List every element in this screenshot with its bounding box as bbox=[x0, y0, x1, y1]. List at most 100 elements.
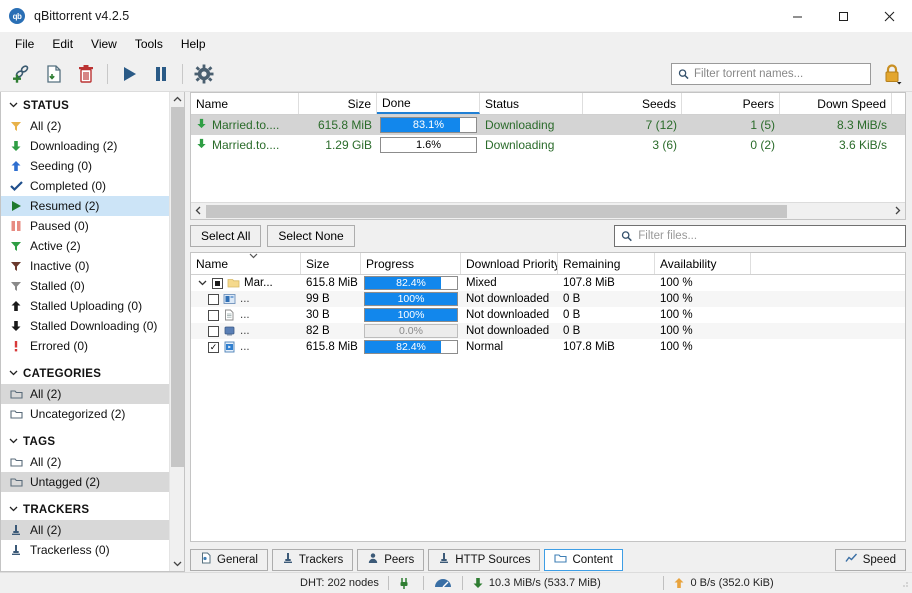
sidebar-section-tags[interactable]: TAGS bbox=[1, 432, 169, 452]
minimize-button[interactable] bbox=[774, 0, 820, 32]
torrent-horizontal-scrollbar[interactable] bbox=[191, 202, 905, 219]
scroll-right-icon[interactable] bbox=[890, 206, 905, 217]
sidebar-item-completed[interactable]: Completed (0) bbox=[1, 176, 169, 196]
menu-tools[interactable]: Tools bbox=[126, 34, 172, 54]
resume-button[interactable] bbox=[113, 59, 145, 89]
select-none-button[interactable]: Select None bbox=[267, 225, 354, 247]
row-checkbox[interactable]: ✓ bbox=[208, 342, 219, 353]
add-torrent-file-button[interactable] bbox=[38, 59, 70, 89]
content-progress-cell: 82.4% bbox=[361, 339, 461, 355]
content-col-name[interactable]: Name bbox=[191, 253, 301, 274]
content-col-availability[interactable]: Availability bbox=[655, 253, 751, 274]
search-input[interactable] bbox=[694, 68, 864, 80]
file-filter-input[interactable] bbox=[638, 230, 899, 242]
chevron-down-icon bbox=[9, 368, 18, 380]
pause-button[interactable] bbox=[145, 59, 177, 89]
menu-view[interactable]: View bbox=[82, 34, 126, 54]
torrent-row[interactable]: Married.to.... 615.8 MiB 83.1% Downloadi… bbox=[191, 115, 905, 135]
torrent-filter-box[interactable] bbox=[671, 63, 871, 85]
connection-status[interactable] bbox=[398, 576, 414, 590]
content-col-size[interactable]: Size bbox=[301, 253, 361, 274]
content-col-remaining[interactable]: Remaining bbox=[558, 253, 655, 274]
sidebar-section-categories[interactable]: CATEGORIES bbox=[1, 364, 169, 384]
tab-peers[interactable]: Peers bbox=[357, 549, 424, 571]
sidebar-item-all-categories[interactable]: All (2) bbox=[1, 384, 169, 404]
content-col-progress[interactable]: Progress bbox=[361, 253, 461, 274]
add-torrent-link-button[interactable] bbox=[6, 59, 38, 89]
row-checkbox[interactable] bbox=[208, 294, 219, 305]
content-row[interactable]: Mar... 615.8 MiB 82.4% Mixed 107.8 MiB 1… bbox=[191, 275, 905, 291]
funnel-icon bbox=[9, 259, 23, 273]
content-name-cell: ... bbox=[191, 323, 301, 339]
title-bar: qb qBittorrent v4.2.5 bbox=[0, 0, 912, 32]
close-button[interactable] bbox=[866, 0, 912, 32]
torrent-col-name[interactable]: Name bbox=[191, 93, 299, 114]
tab-http-sources[interactable]: HTTP Sources bbox=[428, 549, 540, 571]
sidebar-scroll-thumb[interactable] bbox=[171, 107, 184, 467]
tab-content[interactable]: Content bbox=[544, 549, 622, 571]
sidebar-item-all-tags[interactable]: All (2) bbox=[1, 452, 169, 472]
torrent-col-peers[interactable]: Peers bbox=[682, 93, 780, 114]
content-priority[interactable]: Normal bbox=[461, 339, 558, 355]
scroll-down-icon[interactable] bbox=[170, 556, 184, 571]
speed-limit-status[interactable] bbox=[433, 576, 453, 590]
sidebar-item-seeding[interactable]: Seeding (0) bbox=[1, 156, 169, 176]
content-row[interactable]: ✓ ... 615.8 MiB 82.4% Normal bbox=[191, 339, 905, 355]
row-checkbox[interactable] bbox=[208, 326, 219, 337]
torrent-row[interactable]: Married.to.... 1.29 GiB 1.6% Downloading… bbox=[191, 135, 905, 155]
sidebar-item-stalled-uploading[interactable]: Stalled Uploading (0) bbox=[1, 296, 169, 316]
sidebar-item-inactive[interactable]: Inactive (0) bbox=[1, 256, 169, 276]
delete-torrent-button[interactable] bbox=[70, 59, 102, 89]
tab-general[interactable]: General bbox=[190, 549, 268, 571]
sidebar-gap-3 bbox=[1, 492, 169, 500]
sidebar-item-untagged[interactable]: Untagged (2) bbox=[1, 472, 169, 492]
scroll-track[interactable] bbox=[206, 204, 890, 219]
sidebar-item-all-trackers[interactable]: All (2) bbox=[1, 520, 169, 540]
menu-file[interactable]: File bbox=[6, 34, 43, 54]
scroll-thumb[interactable] bbox=[206, 205, 787, 218]
torrent-col-done[interactable]: Done bbox=[377, 93, 480, 114]
arrow-up-icon bbox=[9, 299, 23, 313]
qbittorrent-window: qb qBittorrent v4.2.5 File Edit View Too… bbox=[0, 0, 912, 593]
content-col-priority[interactable]: Download Priority bbox=[461, 253, 558, 274]
sidebar-item-resumed[interactable]: Resumed (2) bbox=[1, 196, 169, 216]
menu-edit[interactable]: Edit bbox=[43, 34, 82, 54]
content-priority[interactable]: Mixed bbox=[461, 275, 558, 291]
content-priority[interactable]: Not downloaded bbox=[461, 307, 558, 323]
sidebar-section-trackers[interactable]: TRACKERS bbox=[1, 500, 169, 520]
torrent-col-size[interactable]: Size bbox=[299, 93, 377, 114]
sidebar-scrollbar[interactable] bbox=[169, 92, 184, 571]
sidebar-item-paused[interactable]: Paused (0) bbox=[1, 216, 169, 236]
row-checkbox[interactable] bbox=[208, 310, 219, 321]
content-priority[interactable]: Not downloaded bbox=[461, 291, 558, 307]
select-all-button[interactable]: Select All bbox=[190, 225, 261, 247]
file-filter-box[interactable] bbox=[614, 225, 906, 247]
menu-help[interactable]: Help bbox=[172, 34, 215, 54]
sidebar-item-active[interactable]: Active (2) bbox=[1, 236, 169, 256]
chevron-down-icon[interactable] bbox=[196, 278, 208, 289]
scroll-left-icon[interactable] bbox=[191, 206, 206, 217]
sidebar-section-status[interactable]: STATUS bbox=[1, 96, 169, 116]
content-row[interactable]: ... 99 B 100% Not downloaded 0 B 100 % bbox=[191, 291, 905, 307]
preferences-button[interactable] bbox=[188, 59, 220, 89]
lock-icon[interactable] bbox=[878, 61, 906, 87]
content-row[interactable]: ... 30 B 100% Not downloaded 0 B 100 % bbox=[191, 307, 905, 323]
torrent-col-seeds[interactable]: Seeds bbox=[583, 93, 682, 114]
sidebar-item-uncategorized[interactable]: Uncategorized (2) bbox=[1, 404, 169, 424]
maximize-button[interactable] bbox=[820, 0, 866, 32]
content-priority[interactable]: Not downloaded bbox=[461, 323, 558, 339]
sidebar-item-downloading[interactable]: Downloading (2) bbox=[1, 136, 169, 156]
speed-tab-button[interactable]: Speed bbox=[835, 549, 906, 571]
row-checkbox[interactable] bbox=[212, 278, 223, 289]
resize-grip-icon[interactable] bbox=[899, 578, 909, 588]
torrent-col-status[interactable]: Status bbox=[480, 93, 583, 114]
sidebar-item-trackerless[interactable]: Trackerless (0) bbox=[1, 540, 169, 560]
tab-trackers[interactable]: Trackers bbox=[272, 549, 353, 571]
scroll-up-icon[interactable] bbox=[170, 92, 184, 107]
sidebar-item-stalled-downloading[interactable]: Stalled Downloading (0) bbox=[1, 316, 169, 336]
sidebar-item-stalled[interactable]: Stalled (0) bbox=[1, 276, 169, 296]
sidebar-item-errored[interactable]: Errored (0) bbox=[1, 336, 169, 356]
torrent-col-down-speed[interactable]: Down Speed bbox=[780, 93, 892, 114]
content-row[interactable]: ... 82 B 0.0% Not downloaded 0 B 100 % bbox=[191, 323, 905, 339]
sidebar-item-all-status[interactable]: All (2) bbox=[1, 116, 169, 136]
